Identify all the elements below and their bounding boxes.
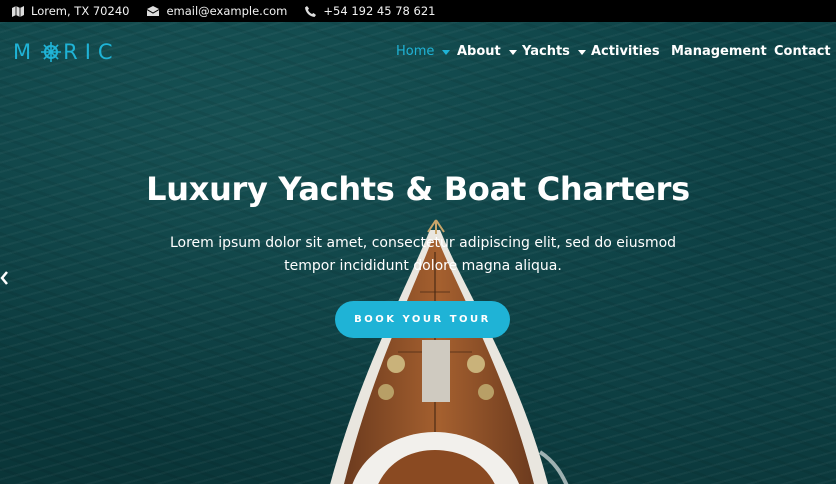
- phone-item[interactable]: +54 192 45 78 621: [305, 4, 435, 18]
- phone-icon: [305, 5, 317, 17]
- email-item[interactable]: email@example.com: [147, 4, 287, 18]
- hero-subtitle: Lorem ipsum dolor sit amet, consectetur …: [169, 235, 677, 274]
- nav-activities-label: Activities: [591, 44, 660, 59]
- chevron-down-icon: [442, 50, 451, 55]
- chevron-down-icon: [577, 50, 586, 55]
- book-tour-button[interactable]: BOOK YOUR TOUR: [335, 301, 510, 338]
- nav-contact[interactable]: Contact: [774, 44, 831, 59]
- nav-management-label: Management: [671, 44, 767, 59]
- chevron-down-icon: [508, 50, 517, 55]
- nav-activities[interactable]: Activities: [591, 44, 660, 59]
- phone-link[interactable]: +54 192 45 78 621: [323, 4, 435, 18]
- nav-contact-label: Contact: [774, 44, 831, 59]
- main-nav: Home About Yachts Activities Management …: [0, 44, 836, 62]
- address-item: Lorem, TX 70240: [12, 4, 129, 18]
- map-icon: [12, 5, 24, 17]
- nav-home-label: Home: [396, 44, 435, 59]
- nav-about-label: About: [457, 44, 501, 59]
- top-info-bar: Lorem, TX 70240 email@example.com +54 19…: [0, 0, 836, 22]
- nav-management[interactable]: Management: [671, 44, 767, 59]
- nav-home[interactable]: Home: [396, 44, 451, 59]
- address-text: Lorem, TX 70240: [31, 4, 130, 18]
- nav-yachts-label: Yachts: [522, 44, 570, 59]
- hero-title: Luxury Yachts & Boat Charters: [146, 170, 690, 208]
- email-link[interactable]: email@example.com: [166, 4, 287, 18]
- chevron-left-icon[interactable]: [0, 270, 10, 286]
- nav-yachts[interactable]: Yachts: [522, 44, 586, 59]
- nav-about[interactable]: About: [457, 44, 517, 59]
- envelope-icon: [147, 6, 160, 16]
